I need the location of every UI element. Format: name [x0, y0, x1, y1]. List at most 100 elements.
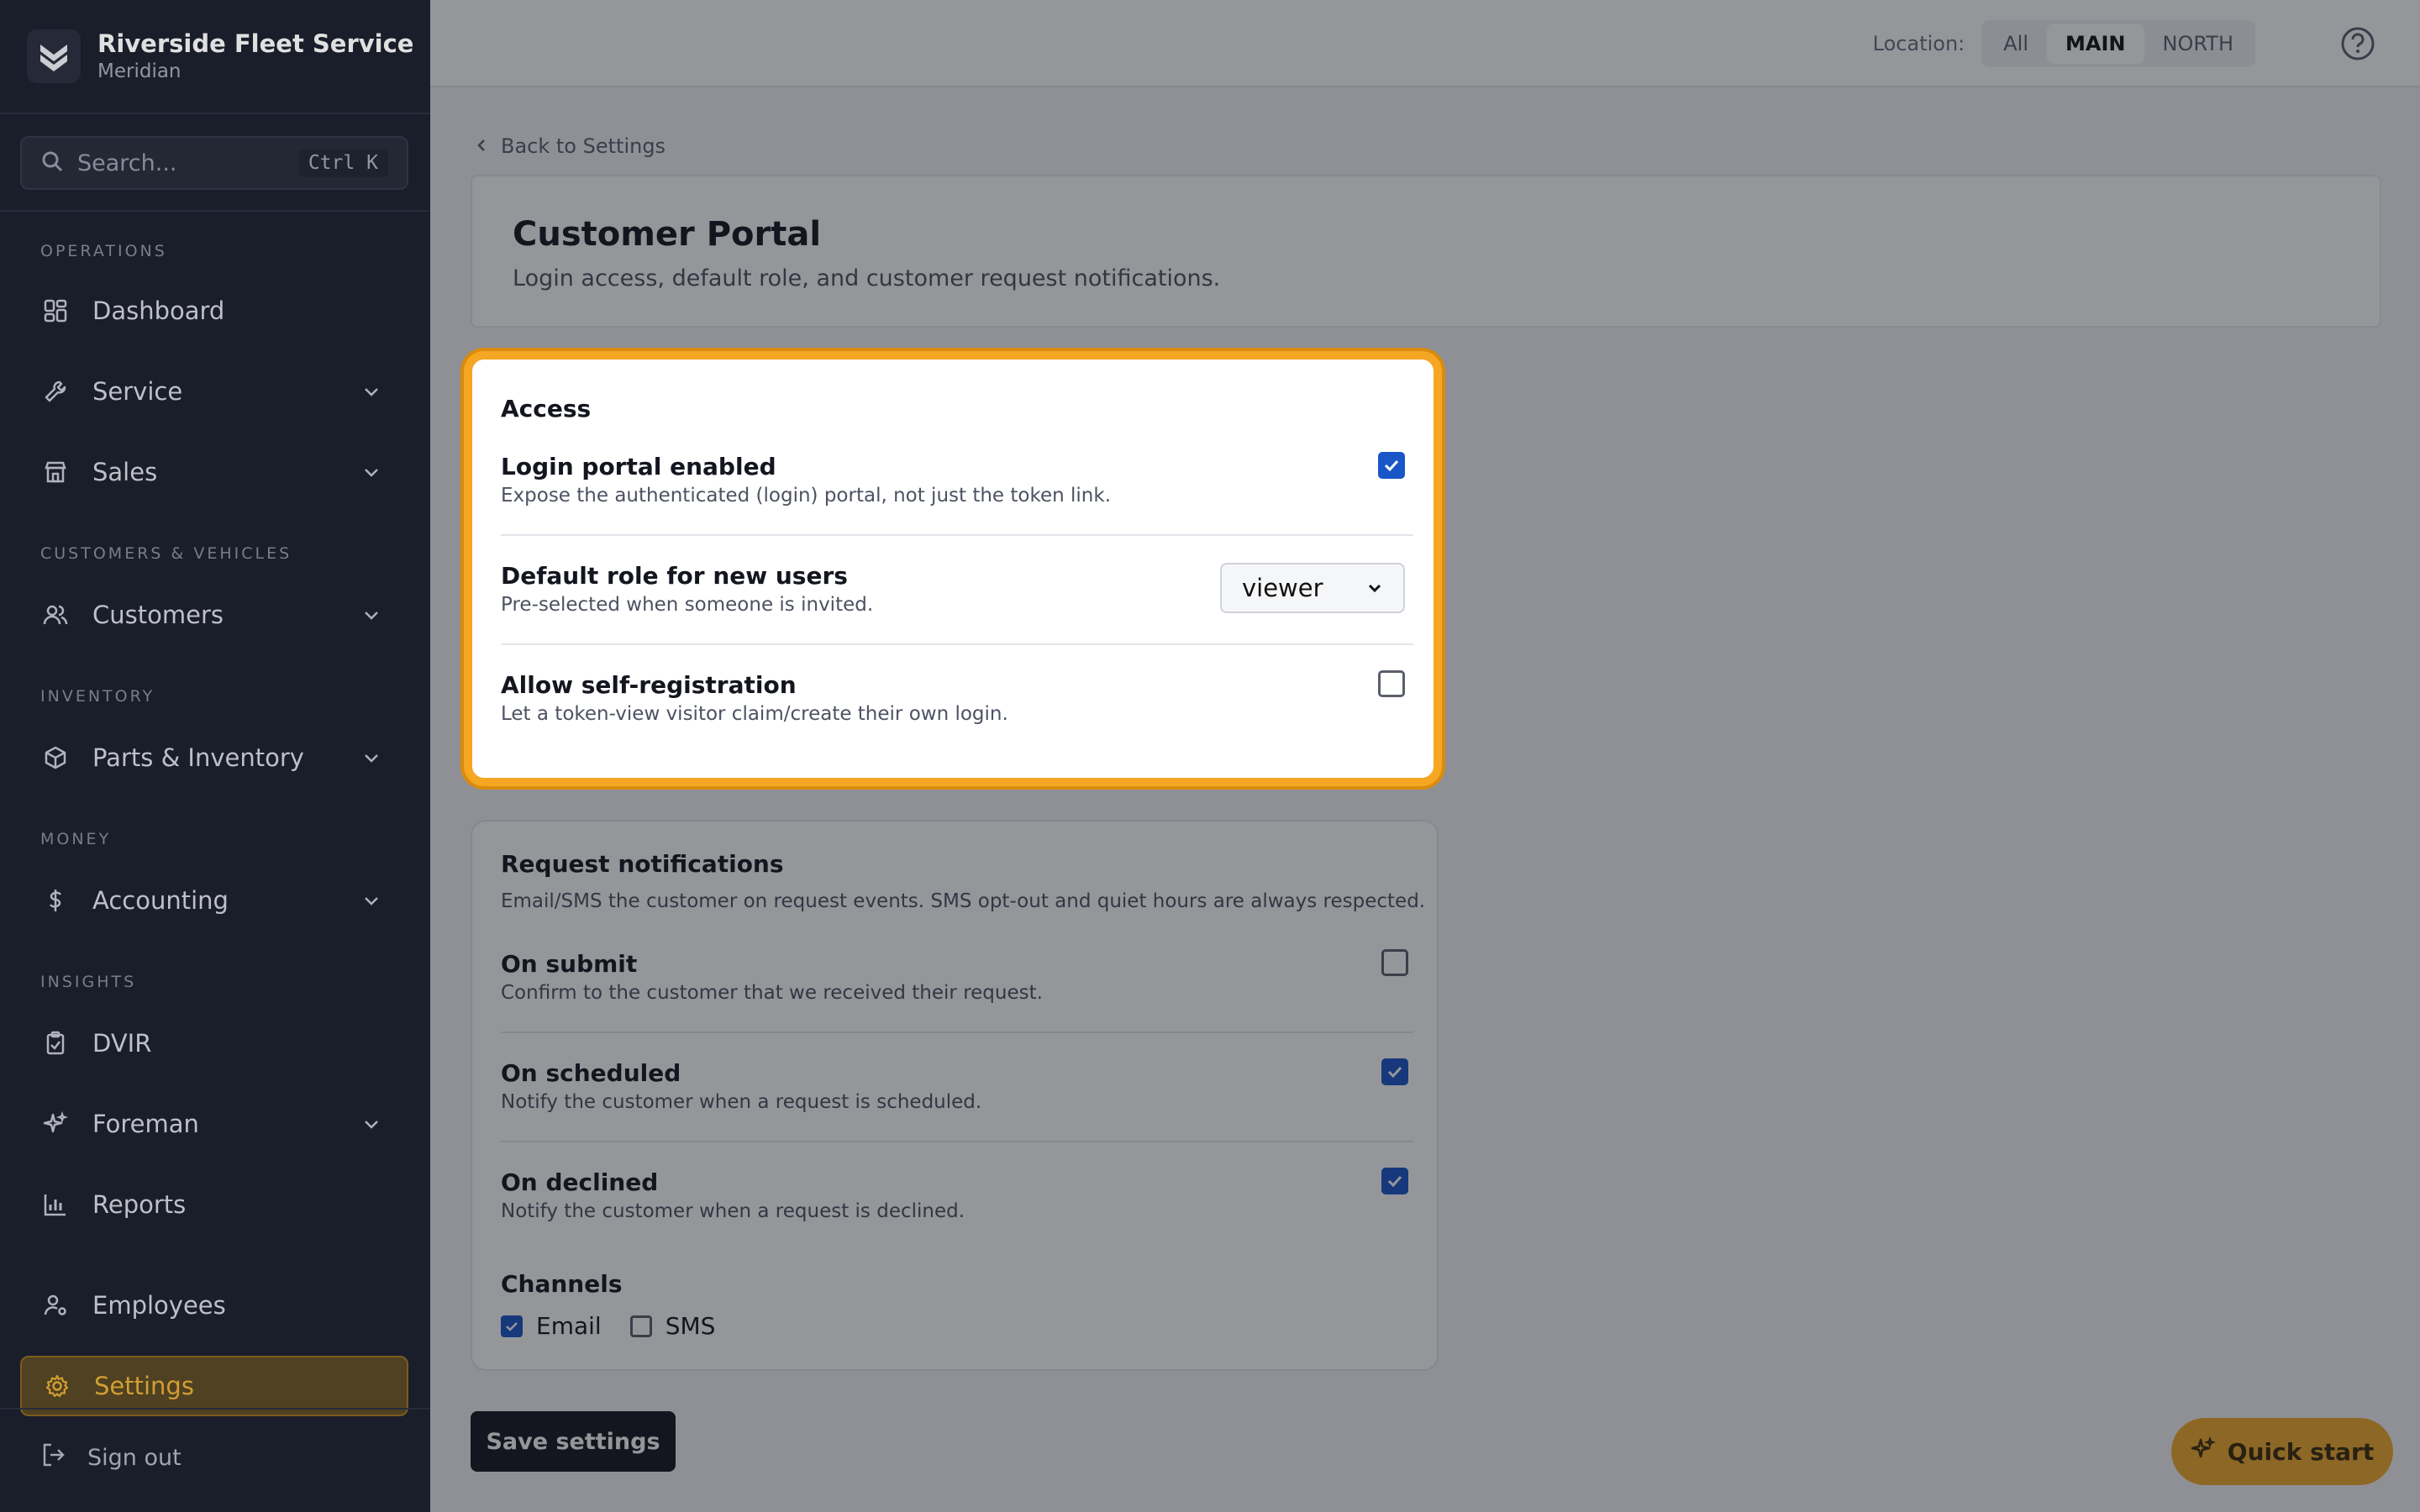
channel-sms[interactable]: SMS	[629, 1312, 716, 1340]
self-registration-desc: Let a token-view visitor claim/create th…	[501, 703, 1008, 725]
sidebar: Riverside Fleet Service Meridian Search.…	[0, 0, 430, 1512]
section-inventory: INVENTORY	[40, 687, 155, 706]
login-portal-title: Login portal enabled	[501, 453, 776, 480]
access-heading: Access	[501, 395, 592, 423]
chevron-down-icon	[355, 1114, 388, 1134]
search-input[interactable]: Search... Ctrl K	[20, 136, 408, 190]
email-checkbox[interactable]	[501, 1315, 523, 1337]
signout-button[interactable]: Sign out	[40, 1441, 182, 1474]
chevron-left-icon	[474, 134, 489, 158]
logout-icon	[40, 1441, 67, 1474]
on-submit-checkbox[interactable]	[1381, 949, 1408, 976]
chevron-down-icon	[355, 605, 388, 625]
save-settings-button[interactable]: Save settings	[471, 1411, 676, 1472]
on-declined-desc: Notify the customer when a request is de…	[501, 1200, 965, 1222]
chevron-down-icon	[355, 890, 388, 911]
on-submit-desc: Confirm to the customer that we received…	[501, 982, 1043, 1004]
notifications-heading: Request notifications	[501, 850, 784, 878]
brand-name: Riverside Fleet Service	[97, 29, 414, 58]
brand[interactable]: Riverside Fleet Service Meridian	[27, 29, 413, 84]
access-card: Access Login portal enabled Expose the a…	[464, 351, 1442, 786]
sidebar-divider	[0, 210, 430, 212]
sidebar-item-dashboard[interactable]: Dashboard	[20, 281, 408, 341]
login-portal-row: Login portal enabled Expose the authenti…	[501, 452, 1413, 509]
top-bar: Location: All MAIN NORTH	[430, 0, 2420, 87]
back-to-settings-link[interactable]: Back to Settings	[474, 134, 666, 158]
section-customers-vehicles: CUSTOMERS & VEHICLES	[40, 544, 292, 563]
page-header: Customer Portal Login access, default ro…	[471, 175, 2381, 328]
channels-label: Channels	[501, 1270, 623, 1298]
channel-email[interactable]: Email	[501, 1312, 602, 1340]
sidebar-item-accounting[interactable]: Accounting	[20, 870, 408, 931]
back-link-label: Back to Settings	[501, 134, 666, 158]
notifications-description: Email/SMS the customer on request events…	[501, 890, 1426, 912]
default-role-value: viewer	[1242, 574, 1323, 602]
chevron-down-icon	[355, 462, 388, 482]
on-submit-title: On submit	[501, 950, 638, 978]
search-icon	[40, 150, 64, 176]
check-icon	[1387, 1175, 1402, 1188]
bar-chart-icon	[40, 1189, 71, 1220]
sidebar-item-label: Settings	[94, 1372, 194, 1400]
on-submit-row: On submit Confirm to the customer that w…	[501, 949, 1413, 1006]
section-insights: INSIGHTS	[40, 973, 137, 991]
sidebar-item-service[interactable]: Service	[20, 361, 408, 422]
wrench-icon	[40, 376, 71, 407]
login-portal-desc: Expose the authenticated (login) portal,…	[501, 485, 1112, 507]
check-icon	[1384, 459, 1399, 472]
location-option-all[interactable]: All	[1985, 24, 2047, 64]
on-declined-row: On declined Notify the customer when a r…	[501, 1168, 1413, 1225]
location-option-north[interactable]: NORTH	[2144, 24, 2252, 64]
search-placeholder: Search...	[77, 150, 177, 176]
self-registration-checkbox[interactable]	[1378, 670, 1405, 697]
sidebar-item-foreman[interactable]: Foreman	[20, 1094, 408, 1154]
chevron-down-icon	[355, 748, 388, 768]
login-portal-checkbox[interactable]	[1378, 452, 1405, 479]
default-role-select[interactable]: viewer	[1220, 563, 1405, 613]
location-switcher: Location: All MAIN NORTH	[1873, 20, 2255, 67]
help-icon[interactable]	[2339, 25, 2376, 66]
self-registration-row: Allow self-registration Let a token-view…	[501, 670, 1413, 727]
sidebar-item-label: Service	[92, 377, 183, 406]
page-subtitle: Login access, default role, and customer…	[513, 265, 1221, 291]
section-money: MONEY	[40, 830, 112, 848]
search-shortcut: Ctrl K	[297, 149, 388, 177]
on-scheduled-row: On scheduled Notify the customer when a …	[501, 1058, 1413, 1116]
brand-subtitle: Meridian	[97, 60, 182, 82]
row-divider	[501, 643, 1413, 645]
sidebar-item-label: Employees	[92, 1291, 226, 1320]
on-declined-checkbox[interactable]	[1381, 1168, 1408, 1194]
sms-checkbox[interactable]	[629, 1315, 652, 1337]
location-label: Location:	[1872, 32, 1965, 55]
user-cog-icon	[40, 1290, 71, 1320]
sms-label: SMS	[665, 1312, 716, 1340]
on-scheduled-title: On scheduled	[501, 1059, 681, 1087]
sidebar-item-dvir[interactable]: DVIR	[20, 1013, 408, 1074]
signout-label: Sign out	[87, 1445, 182, 1471]
sidebar-item-label: Reports	[92, 1190, 187, 1219]
sidebar-item-label: Foreman	[92, 1110, 199, 1138]
dollar-icon	[40, 885, 71, 916]
page-title: Customer Portal	[513, 215, 822, 254]
sidebar-item-parts[interactable]: Parts & Inventory	[20, 727, 408, 788]
brand-logo-icon	[27, 29, 81, 83]
store-icon	[40, 457, 71, 487]
row-divider	[501, 534, 1413, 536]
dashboard-icon	[40, 296, 71, 326]
sidebar-item-employees[interactable]: Employees	[20, 1275, 408, 1336]
sidebar-item-sales[interactable]: Sales	[20, 442, 408, 502]
sidebar-item-reports[interactable]: Reports	[20, 1174, 408, 1235]
sidebar-item-label: Customers	[92, 601, 224, 629]
users-icon	[40, 600, 71, 630]
quick-start-button[interactable]: Quick start	[2171, 1418, 2393, 1485]
sidebar-item-label: Accounting	[92, 886, 229, 915]
sidebar-item-customers[interactable]: Customers	[20, 585, 408, 645]
clipboard-check-icon	[40, 1028, 71, 1058]
email-label: Email	[536, 1312, 602, 1340]
sidebar-divider	[0, 113, 430, 114]
package-icon	[40, 743, 71, 773]
self-registration-title: Allow self-registration	[501, 671, 797, 699]
on-scheduled-checkbox[interactable]	[1381, 1058, 1408, 1085]
location-option-main[interactable]: MAIN	[2047, 24, 2144, 64]
location-segmented-control: All MAIN NORTH	[1981, 20, 2255, 67]
